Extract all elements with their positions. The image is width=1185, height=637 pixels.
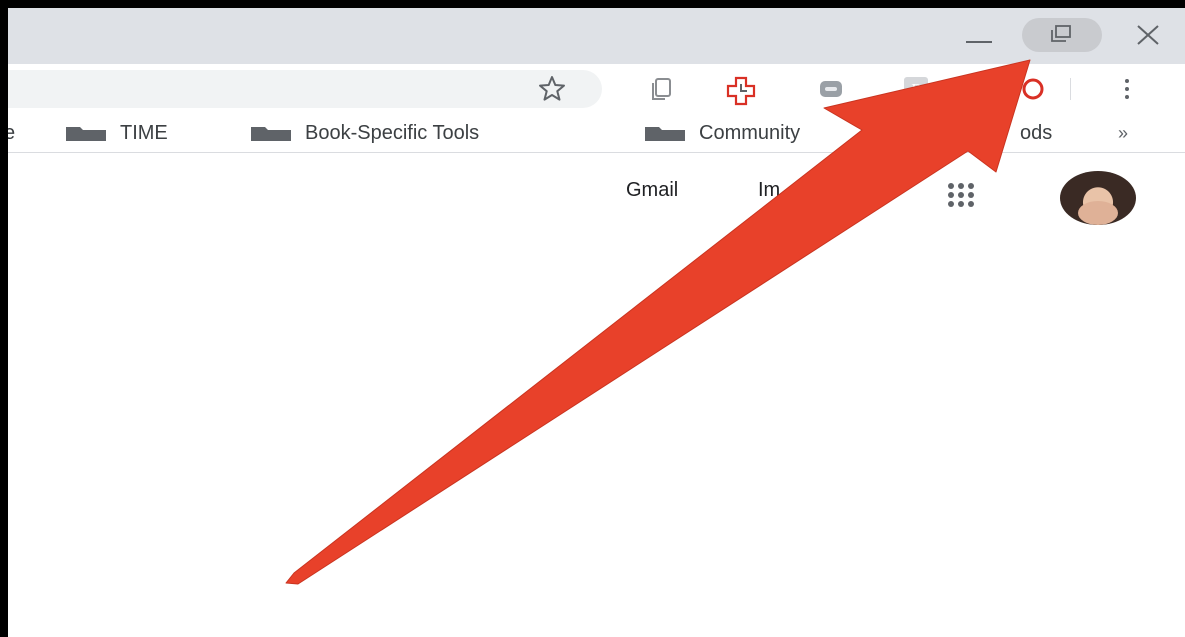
red-cross-extension-icon [726, 76, 756, 106]
r-extension-button[interactable]: R [903, 76, 929, 102]
restore-down-icon [1051, 25, 1071, 42]
folder-icon [645, 125, 685, 141]
bookmark-label: TIME [120, 121, 168, 144]
bookmark-folder-book-specific-tools[interactable]: Book-Specific Tools [251, 114, 479, 152]
bookmark-star-button[interactable] [535, 72, 569, 111]
page-content: Gmail Im [8, 153, 1185, 637]
apps-grid-icon [958, 192, 964, 198]
apps-grid-icon [968, 192, 974, 198]
copy-extension-button[interactable] [648, 76, 674, 102]
bookmark-partial-item[interactable]: ods [1020, 114, 1052, 152]
apps-grid-icon [958, 183, 964, 189]
apps-grid-icon [948, 183, 954, 189]
bookmark-label: Community [699, 121, 801, 144]
gmail-link[interactable]: Gmail [626, 179, 678, 202]
apps-grid-icon [968, 201, 974, 207]
minimize-button[interactable] [958, 18, 1004, 52]
red-extension-button[interactable] [1020, 76, 1046, 102]
apps-grid-icon [948, 192, 954, 198]
close-button[interactable] [1126, 18, 1172, 52]
svg-text:R: R [909, 80, 921, 100]
minimize-icon [966, 41, 992, 43]
bookmark-folder-community[interactable]: Community [645, 114, 800, 152]
browser-window: R e TIME Book-Specific Tools Community o… [8, 8, 1185, 637]
bookmarks-bar: e TIME Book-Specific Tools Community ods… [8, 114, 1185, 153]
star-icon [539, 76, 565, 101]
folder-icon [66, 125, 106, 141]
copy-extension-icon [652, 78, 671, 100]
restore-down-button[interactable] [1022, 18, 1102, 52]
apps-grid-icon [968, 183, 974, 189]
apps-grid-icon [958, 201, 964, 207]
red-extension-icon [1022, 78, 1044, 100]
account-avatar[interactable] [1060, 171, 1136, 225]
apps-grid-icon [948, 201, 954, 207]
folder-icon [251, 125, 291, 141]
bookmark-folder-time[interactable]: TIME [66, 114, 168, 152]
apps-grid-button[interactable] [946, 183, 990, 211]
three-dots-vertical-icon [1125, 95, 1129, 99]
r-extension-icon: R [904, 77, 928, 101]
bookmark-partial-left[interactable]: e [8, 114, 15, 152]
red-cross-extension-button[interactable] [726, 76, 756, 106]
images-link[interactable]: Im [758, 179, 780, 202]
gray-extension-icon [820, 81, 842, 97]
browser-menu-button[interactable] [1122, 76, 1132, 102]
toolbar: R [8, 64, 1185, 114]
gray-extension-button[interactable] [818, 76, 844, 102]
close-icon [1137, 25, 1159, 45]
address-bar[interactable] [8, 70, 602, 108]
three-dots-vertical-icon [1125, 87, 1129, 91]
title-bar [8, 8, 1185, 64]
bookmark-label: Book-Specific Tools [305, 121, 480, 144]
three-dots-vertical-icon [1125, 79, 1129, 83]
bookmarks-overflow-button[interactable]: » [1118, 114, 1128, 152]
toolbar-separator [1070, 78, 1071, 100]
